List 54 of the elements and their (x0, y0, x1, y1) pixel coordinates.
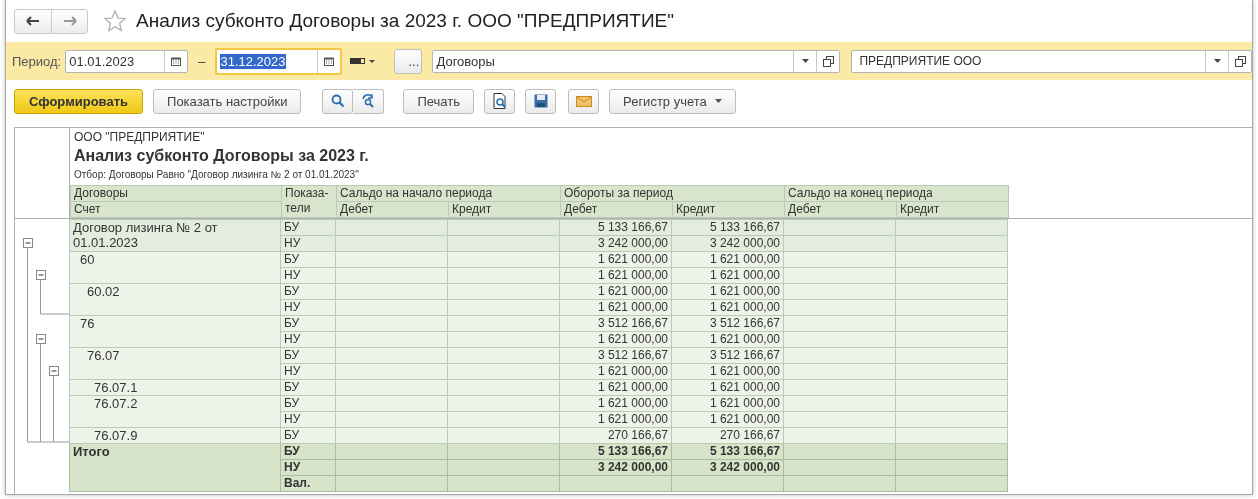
column-header: Обороты за период (560, 185, 785, 202)
indicator-cell: БУ (280, 219, 336, 236)
column-header: Договоры (70, 185, 282, 202)
send-email-button[interactable] (568, 88, 600, 114)
column-header: Показа-тели (281, 185, 337, 218)
account-cell: 76 (69, 315, 281, 348)
save-button[interactable] (525, 88, 557, 114)
report-title: Анализ субконто Договоры за 2023 г. (73, 146, 370, 166)
caret-icon (714, 99, 722, 103)
forward-arrow-icon (62, 16, 77, 26)
amount-cell: 5 133 166,67 (671, 219, 784, 236)
column-header: Сальдо на конец периода (784, 185, 1009, 202)
open-icon (822, 55, 834, 67)
amount-cell: 5 133 166,67 (559, 219, 672, 236)
date-field[interactable]: 31.12.2023 (215, 47, 343, 75)
search-icon (330, 94, 345, 108)
envelope-icon (575, 95, 592, 107)
calendar-icon (171, 56, 182, 66)
dropdown-icon (1213, 59, 1221, 63)
organization-field[interactable]: ПРЕДПРИЯТИЕ ООО (851, 49, 1252, 73)
collapse-icon[interactable] (23, 238, 33, 248)
open-icon (1234, 55, 1246, 67)
range-dash: – (198, 53, 206, 69)
period-label: Период: (12, 53, 62, 69)
star-icon[interactable] (104, 10, 126, 32)
back-arrow-icon (26, 16, 40, 26)
total-label: Итого (69, 443, 281, 492)
collapse-icon[interactable] (36, 270, 46, 280)
account-cell: Договор лизинга № 2 от 01.01.2023 (69, 219, 281, 252)
account-cell: 76.07 (69, 347, 281, 380)
window-title: Анализ субконто Договоры за 2023 г. ООО "ПРЕДПРИЯТИЕ" (136, 10, 674, 32)
report-organization: ООО "ПРЕДПРИЯТИЕ" (73, 130, 206, 145)
search-refresh-button[interactable] (353, 88, 385, 114)
menu-button[interactable]: Регистр учета (609, 88, 736, 114)
preview-button[interactable] (484, 88, 516, 114)
period-variant-icon[interactable] (350, 56, 377, 66)
calendar-icon (324, 56, 335, 66)
account-cell: 60 (69, 251, 281, 284)
collapse-icon[interactable] (36, 334, 46, 344)
generate-button[interactable]: Сформировать (14, 88, 144, 114)
report-filter: Отбор: Договоры Равно "Договор лизинга № 2 от 01.01.2023" (73, 168, 360, 182)
more-button[interactable]: ... (394, 48, 423, 74)
date-field[interactable]: 01.01.2023 (65, 49, 189, 73)
toolbar-button[interactable]: Печать (403, 88, 475, 114)
collapse-icon[interactable] (49, 366, 59, 376)
refresh-search-icon (360, 94, 376, 108)
search-button[interactable] (322, 88, 354, 114)
dropdown-icon (801, 59, 809, 63)
column-header: Сальдо на начало периода (336, 185, 561, 202)
toolbar-button[interactable]: Показать настройки (153, 88, 302, 114)
subconto-field[interactable]: Договоры (432, 49, 841, 73)
account-cell: 76.07.2 (69, 395, 281, 428)
document-search-icon (492, 93, 507, 109)
account-cell: 60.02 (69, 283, 281, 316)
